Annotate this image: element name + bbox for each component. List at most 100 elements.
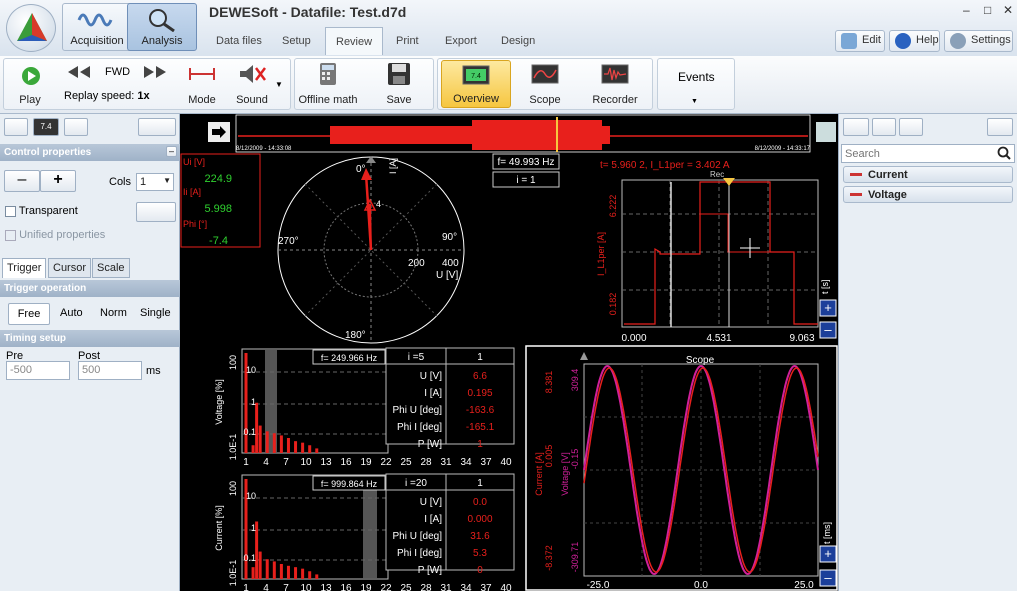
voltage-harm-table-value: 0.195 xyxy=(467,388,492,399)
floppy-disk-icon xyxy=(388,63,410,85)
sound-dropdown-icon[interactable]: ▼ xyxy=(275,80,283,89)
pre-input[interactable]: -500 xyxy=(6,361,70,380)
remove-column-button[interactable]: – xyxy=(4,170,40,192)
recorder-view[interactable]: t= 5.960 2, I_L1per = 3.402 A Rec 6.222 … xyxy=(596,160,830,344)
minimize-icon[interactable]: – xyxy=(963,3,970,17)
events-dropdown-icon[interactable]: ▼ xyxy=(691,98,698,105)
scope-button[interactable]: Scope xyxy=(518,60,572,108)
collapse-icon[interactable]: – xyxy=(166,146,177,157)
zoom-out-button-1[interactable]: – xyxy=(819,321,837,339)
digital-label-ii: Ii [A] xyxy=(183,187,201,197)
view-list-icon[interactable] xyxy=(4,118,28,136)
tab-design[interactable]: Design xyxy=(491,27,545,55)
axis-4: 4 xyxy=(376,199,381,209)
overview-button[interactable]: 7.4 Overview xyxy=(441,60,511,108)
channel-tree-icon[interactable] xyxy=(843,118,869,136)
current-harm-xtick-10: 10 xyxy=(300,583,312,591)
voltage-harm-table-label: Phi I [deg] xyxy=(397,422,442,433)
tab-trigger[interactable]: Trigger xyxy=(2,258,47,278)
view-digital-icon[interactable]: 7.4 xyxy=(33,118,59,136)
current-phasor xyxy=(369,203,372,251)
channel-search-input[interactable] xyxy=(841,144,1015,163)
overview-strip[interactable]: 8/12/2009 - 14:33:08 8/12/2009 - 14:33:1… xyxy=(208,114,836,153)
tab-review[interactable]: Review xyxy=(325,27,384,55)
current-harm-bar-21 xyxy=(315,574,319,579)
play-icon xyxy=(22,67,40,85)
current-harm-table-value: 0.000 xyxy=(467,514,492,525)
channel-item-current[interactable]: Current xyxy=(843,166,1013,183)
voltage-harm-ytick-0: 100 xyxy=(228,355,238,370)
speaker-muted-icon xyxy=(240,65,266,83)
trigger-norm-button[interactable]: Norm xyxy=(100,307,127,319)
tab-cursor[interactable]: Cursor xyxy=(48,258,92,278)
trigger-auto-button[interactable]: Auto xyxy=(60,307,83,319)
panel-toggle-icon[interactable] xyxy=(987,118,1013,136)
tab-setup[interactable]: Setup xyxy=(272,27,321,55)
view-ruler-icon[interactable] xyxy=(138,118,176,136)
color-picker[interactable] xyxy=(136,202,176,222)
current-harm-table-value: 31.6 xyxy=(470,531,490,542)
settings-button[interactable]: Settings xyxy=(944,30,1013,52)
digital-meter[interactable]: Ui [V] 224.9 Ii [A] 5.998 Phi [°] -7.4 xyxy=(180,153,261,248)
post-input[interactable]: 500 xyxy=(78,361,142,380)
voltage-harm-xtick-37: 37 xyxy=(480,457,492,468)
rewind-icon[interactable] xyxy=(66,64,92,83)
replay-speed-value[interactable]: 1x xyxy=(137,90,149,102)
zoom-in-button-1[interactable]: + xyxy=(819,299,837,317)
current-harm-table-value: 5.3 xyxy=(473,548,487,559)
voltage-harm-xtick-10: 10 xyxy=(300,457,312,468)
axis-i: I [A] xyxy=(388,158,398,174)
trigger-single-button[interactable]: Single xyxy=(140,307,171,319)
scope-view[interactable]: Scope Current [A] Voltage [V] 8.381 0.00… xyxy=(525,345,838,591)
scope-xlabel: t [ms] xyxy=(822,522,832,544)
voltage-harm-bar-21 xyxy=(315,448,319,453)
view-graph-icon[interactable] xyxy=(64,118,88,136)
analysis-mode-button[interactable]: Analysis xyxy=(127,3,197,51)
channel-list-icon[interactable] xyxy=(872,118,896,136)
current-harm-freq: f= 999.864 Hz xyxy=(321,479,378,489)
play-button[interactable]: Play xyxy=(10,60,50,108)
cols-select[interactable]: 1 ▼ xyxy=(136,173,174,191)
edit-button[interactable]: Edit xyxy=(835,30,885,52)
channel-item-voltage[interactable]: Voltage xyxy=(843,186,1013,203)
digital-value-ii: 5.998 xyxy=(204,203,232,215)
vector-index: i = 1 xyxy=(516,175,536,186)
pointer-icon[interactable] xyxy=(899,118,923,136)
maximize-icon[interactable]: □ xyxy=(984,3,991,17)
tab-scale[interactable]: Scale xyxy=(92,258,130,278)
close-icon[interactable]: ✕ xyxy=(1003,3,1013,17)
tab-export[interactable]: Export xyxy=(435,27,487,55)
current-harm-bar-15 xyxy=(294,567,298,579)
sound-button[interactable]: Sound xyxy=(232,60,272,108)
dewesoft-logo[interactable] xyxy=(6,4,56,52)
save-button[interactable]: Save xyxy=(377,60,421,108)
zoom-out-button-2[interactable]: – xyxy=(819,569,837,587)
scope-xtick-0: -25.0 xyxy=(587,580,610,591)
mode-button[interactable]: Mode xyxy=(182,60,222,108)
trigger-free-button[interactable]: Free xyxy=(8,303,50,325)
transparent-checkbox[interactable]: Transparent xyxy=(5,205,78,217)
search-icon[interactable] xyxy=(997,146,1011,163)
unified-properties-checkbox[interactable]: Unified properties xyxy=(5,229,105,241)
zoom-in-button-2[interactable]: + xyxy=(819,545,837,563)
tab-print[interactable]: Print xyxy=(386,27,429,55)
current-harm-xtick-28: 28 xyxy=(420,583,432,591)
forward-icon[interactable] xyxy=(142,64,168,83)
voltage-harm-freq: f= 249.966 Hz xyxy=(321,353,378,363)
right-panel: Current Voltage xyxy=(838,114,1017,591)
events-label[interactable]: Events xyxy=(678,70,715,84)
current-harm-xtick-31: 31 xyxy=(440,583,452,591)
channel-arrow-icon xyxy=(850,193,862,196)
offline-math-button[interactable]: Offline math xyxy=(296,60,360,108)
add-column-button[interactable]: + xyxy=(40,170,76,192)
voltage-harm-table-label: U [V] xyxy=(420,371,442,382)
help-button[interactable]: Help xyxy=(889,30,940,52)
current-harm-table-label: I [A] xyxy=(424,514,442,525)
recorder-button[interactable]: Recorder xyxy=(584,60,646,108)
scope-i-top: 8.381 xyxy=(544,371,554,394)
vectorscope[interactable]: 0° 90° 180° 270° 200 400 U [V] I [A] 4 xyxy=(277,156,465,344)
current-harm-table-label: P [W] xyxy=(418,565,442,576)
acquisition-mode-button[interactable]: Acquisition xyxy=(62,3,132,51)
tab-data-files[interactable]: Data files xyxy=(206,27,272,55)
digital-value-phi: -7.4 xyxy=(209,235,228,247)
